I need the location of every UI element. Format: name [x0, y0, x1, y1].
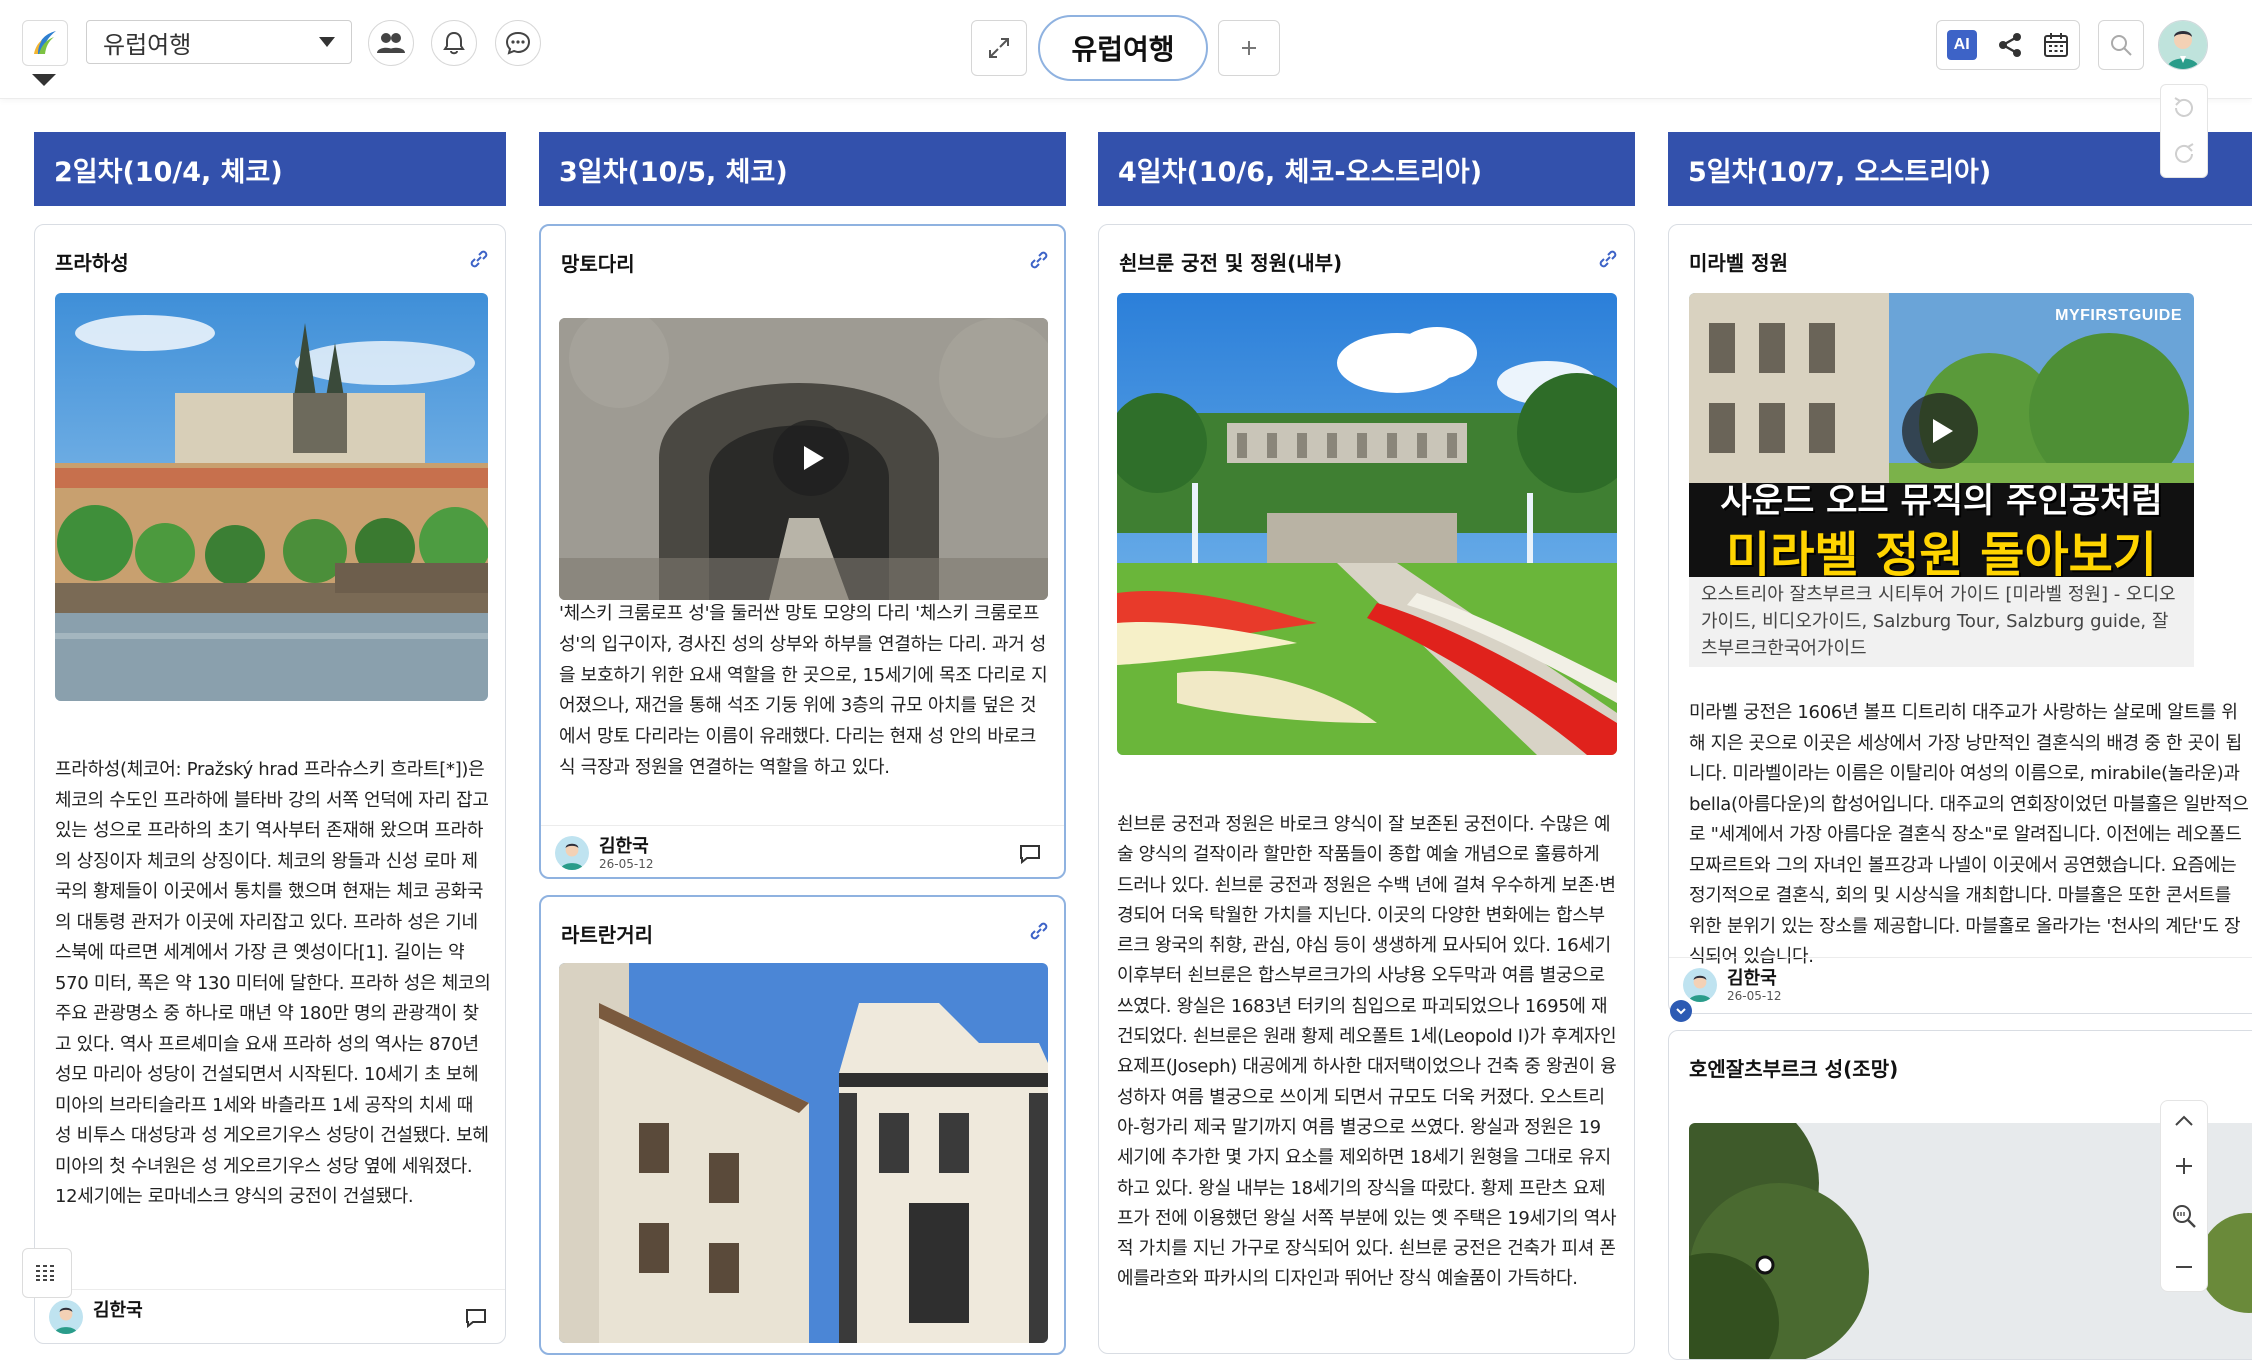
- card-title: 쇤브룬 궁전 및 정원(내부): [1119, 251, 1343, 275]
- card-footer: 김한국 26-05-12: [541, 825, 1064, 877]
- card-title: 프라하성: [55, 251, 129, 275]
- bell-icon: [443, 31, 465, 55]
- card-latran-street[interactable]: 라트란거리: [539, 895, 1066, 1355]
- column-header[interactable]: 2일차(10/4, 체코): [34, 132, 506, 206]
- right-tools-group: AI: [1936, 20, 2080, 70]
- author-avatar: [555, 836, 589, 870]
- author-avatar: [49, 1300, 83, 1334]
- card-body: 쇤브룬 궁전과 정원은 바로크 양식이 잘 보존된 궁전이다. 수많은 예술 양…: [1117, 814, 1617, 1290]
- zoom-panel: [2160, 1100, 2208, 1292]
- list-view-button[interactable]: [22, 1248, 72, 1298]
- link-icon[interactable]: [1027, 919, 1051, 943]
- zoom-out-icon[interactable]: [2173, 1256, 2195, 1278]
- card-body: '체스키 크룸로프 성'을 둘러싼 망토 모양의 다리 '체스키 크룸로프 성'…: [559, 603, 1048, 778]
- play-button[interactable]: [1902, 393, 1978, 469]
- expand-button[interactable]: [971, 20, 1027, 76]
- comment-icon[interactable]: [465, 1308, 487, 1328]
- board-select[interactable]: 유럽여행: [86, 20, 352, 64]
- card-footer: 김한국 26-05-12: [1669, 957, 2252, 1012]
- search-button[interactable]: [2098, 20, 2144, 70]
- search-icon: [2111, 35, 2132, 56]
- calendar-icon[interactable]: [2043, 32, 2069, 58]
- link-icon[interactable]: [467, 247, 491, 271]
- zoom-reset-icon[interactable]: [2171, 1203, 2197, 1229]
- column-title: 3일차(10/5, 체코): [559, 156, 788, 188]
- chat-icon: [505, 31, 531, 55]
- zoom-in-icon[interactable]: [2173, 1155, 2195, 1177]
- undo-icon[interactable]: [2171, 95, 2197, 121]
- column-title: 4일차(10/6, 체코-오스트리아): [1118, 156, 1483, 188]
- video-caption[interactable]: 오스트리아 잘츠부르크 시티투어 가이드 [미라벨 정원] - 오디오가이드, …: [1689, 577, 2194, 667]
- notifications-button[interactable]: [431, 20, 477, 66]
- author-avatar: [1683, 968, 1717, 1002]
- link-icon[interactable]: [1596, 247, 1620, 271]
- chevron-up-icon[interactable]: [2173, 1114, 2195, 1128]
- card-title: 호엔잘츠부르크 성(조망): [1689, 1057, 1899, 1081]
- author-name: 김한국: [1727, 968, 1777, 989]
- add-tab-button[interactable]: [1218, 20, 1280, 76]
- author-name: 김한국: [93, 1300, 143, 1321]
- comment-icon[interactable]: [1019, 844, 1041, 864]
- chevron-down-icon: [319, 37, 335, 47]
- board-tab-active[interactable]: 유럽여행: [1038, 15, 1208, 81]
- post-date: 26-05-12: [599, 857, 654, 871]
- grid-list-icon: [36, 1265, 54, 1281]
- card-cloak-bridge[interactable]: 망토다리 '체스키 크룸로프 성'을 둘러싼 망토 모양의 다리 '체스키 크룸…: [539, 224, 1066, 879]
- ai-label: AI: [1953, 36, 1970, 53]
- collapse-toggle[interactable]: [1670, 1000, 1692, 1022]
- card-schonbrunn[interactable]: 쇤브룬 궁전 및 정원(내부) 쇤브룬 궁전과 정원은 바로크 양식이 잘 보존…: [1098, 224, 1635, 1354]
- expand-icon: [989, 38, 1009, 58]
- chevron-down-icon: [1676, 1008, 1686, 1015]
- column-header[interactable]: 3일차(10/5, 체코): [539, 132, 1066, 206]
- chat-button[interactable]: [495, 20, 541, 66]
- people-icon: [377, 33, 405, 53]
- share-icon[interactable]: [1996, 31, 2024, 59]
- column-title: 2일차(10/4, 체코): [54, 156, 283, 188]
- card-title: 미라벨 정원: [1689, 251, 1788, 275]
- redo-icon[interactable]: [2171, 141, 2197, 167]
- card-mirabell-garden[interactable]: 미라벨 정원 MYFIRSTGUIDE 사운드 오브 뮤직의 주인공처럼 미라벨…: [1668, 224, 2252, 1014]
- link-icon[interactable]: [1027, 248, 1051, 272]
- author-name: 김한국: [599, 836, 649, 857]
- top-toolbar: 유럽여행 유럽여행 AI: [0, 0, 2252, 99]
- undo-redo-panel: [2160, 84, 2208, 178]
- app-logo-icon[interactable]: [22, 20, 68, 66]
- user-avatar[interactable]: [2158, 20, 2208, 70]
- column-title: 5일차(10/7, 오스트리아): [1688, 156, 1992, 188]
- prague-castle-image[interactable]: [55, 293, 488, 701]
- cloak-bridge-video[interactable]: [559, 318, 1048, 600]
- latran-street-image[interactable]: [559, 963, 1048, 1343]
- mirabell-video[interactable]: MYFIRSTGUIDE 사운드 오브 뮤직의 주인공처럼 미라벨 정원 돌아보…: [1689, 293, 2194, 577]
- card-footer: 김한국: [35, 1289, 505, 1343]
- logo-menu-caret-icon[interactable]: [32, 74, 56, 86]
- video-overlay-line2: 미라벨 정원 돌아보기: [1726, 527, 2157, 577]
- members-button[interactable]: [368, 20, 414, 66]
- schonbrunn-image[interactable]: [1117, 293, 1617, 755]
- board-select-value: 유럽여행: [103, 30, 192, 59]
- ai-button[interactable]: AI: [1946, 30, 1977, 60]
- card-body: 미라벨 궁전은 1606년 볼프 디트리히 대주교가 사랑하는 살로메 알트를 …: [1689, 702, 2249, 967]
- card-title: 라트란거리: [561, 923, 653, 947]
- card-prague-castle[interactable]: 프라하성 프라하성(체코어: Pražský hrad 프라슈스키 흐라트[*]…: [34, 224, 506, 1344]
- post-date: 26-05-12: [1727, 989, 1782, 1003]
- card-body: 프라하성(체코어: Pražský hrad 프라슈스키 흐라트[*])은 체코…: [55, 759, 491, 1207]
- column-header[interactable]: 4일차(10/6, 체코-오스트리아): [1098, 132, 1635, 206]
- board-tab-label: 유럽여행: [1071, 33, 1175, 66]
- video-watermark: MYFIRSTGUIDE: [2055, 307, 2182, 324]
- plus-icon: [1242, 41, 1256, 55]
- card-title: 망토다리: [561, 252, 635, 276]
- play-button[interactable]: [773, 420, 849, 496]
